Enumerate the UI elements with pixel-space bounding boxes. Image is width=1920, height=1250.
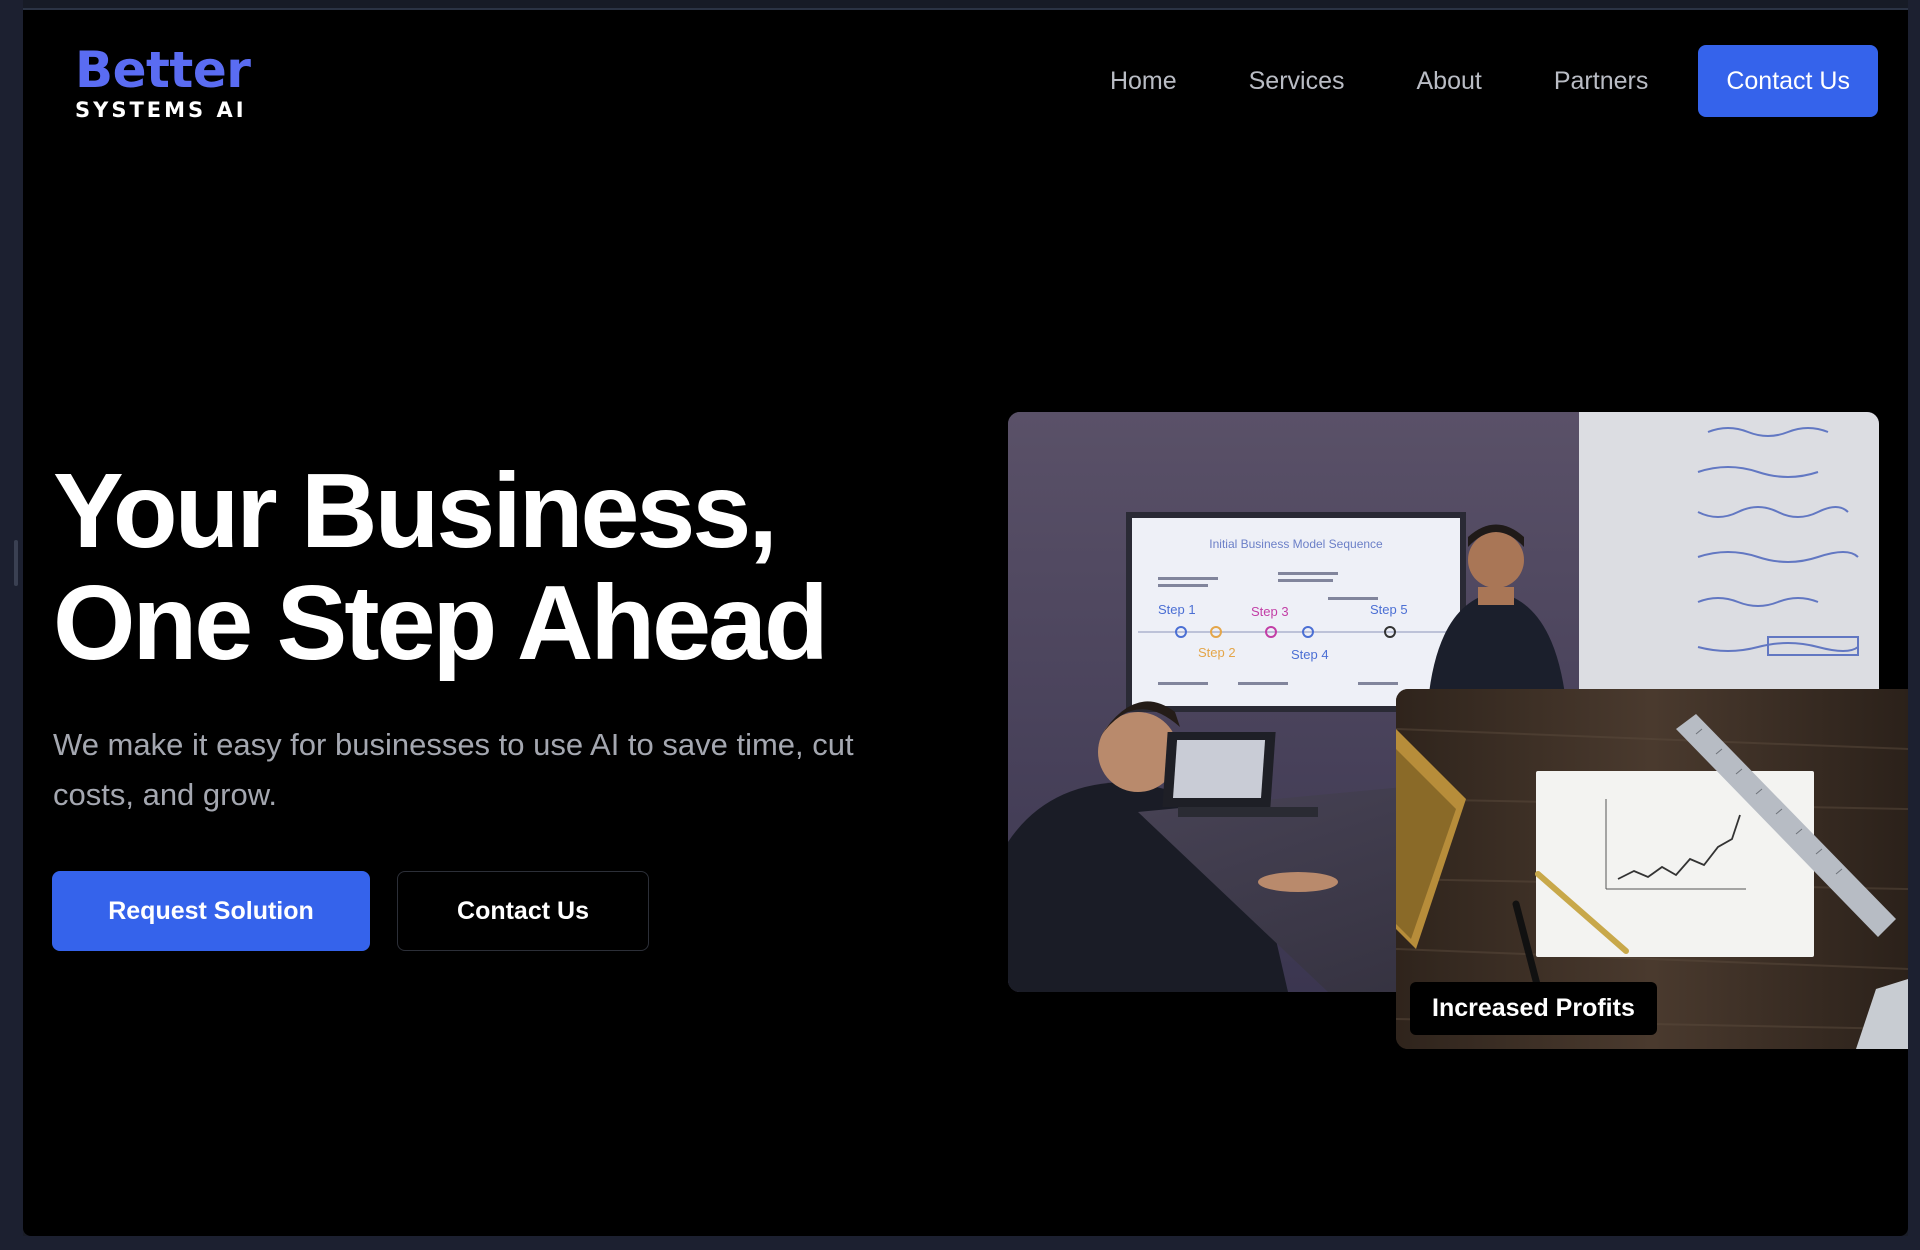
screen-step-3: Step 3 xyxy=(1251,604,1289,619)
screen-step-5: Step 5 xyxy=(1370,602,1408,617)
landing-page: Better SYSTEMS AI Home Services About Pa… xyxy=(23,10,1908,1236)
window-top-edge xyxy=(0,0,1920,10)
window-left-edge xyxy=(0,0,23,1250)
screen-step-1: Step 1 xyxy=(1158,602,1196,617)
logo-wordmark-systems-ai: SYSTEMS AI xyxy=(75,98,247,122)
hero-subtitle: We make it easy for businesses to use AI… xyxy=(53,727,854,812)
nav-link-home[interactable]: Home xyxy=(1110,67,1177,96)
hero-title: Your Business, One Step Ahead xyxy=(53,455,953,679)
increased-profits-image: Increased Profits xyxy=(1396,689,1908,1049)
nav-link-partners[interactable]: Partners xyxy=(1554,67,1648,96)
nav-link-services[interactable]: Services xyxy=(1249,67,1345,96)
request-solution-button[interactable]: Request Solution xyxy=(52,871,370,951)
hero-title-line-1: Your Business, xyxy=(53,452,778,570)
window-bottom-edge xyxy=(0,1236,1920,1250)
screen-step-2: Step 2 xyxy=(1198,645,1236,660)
logo-wordmark-better: Better xyxy=(75,41,251,99)
nav-contact-button[interactable]: Contact Us xyxy=(1698,45,1878,117)
screen-step-4: Step 4 xyxy=(1291,647,1329,662)
hero-contact-button[interactable]: Contact Us xyxy=(397,871,649,951)
screen-title: Initial Business Model Sequence xyxy=(1209,537,1383,551)
increased-profits-badge: Increased Profits xyxy=(1410,982,1657,1035)
brand-logo[interactable]: Better SYSTEMS AI xyxy=(75,41,251,122)
main-nav: Home Services About Partners Contact Us xyxy=(1110,45,1878,117)
resize-handle[interactable] xyxy=(14,540,18,586)
hero-title-line-2: One Step Ahead xyxy=(53,564,829,682)
window-right-edge xyxy=(1908,0,1920,1250)
nav-link-about[interactable]: About xyxy=(1417,67,1482,96)
